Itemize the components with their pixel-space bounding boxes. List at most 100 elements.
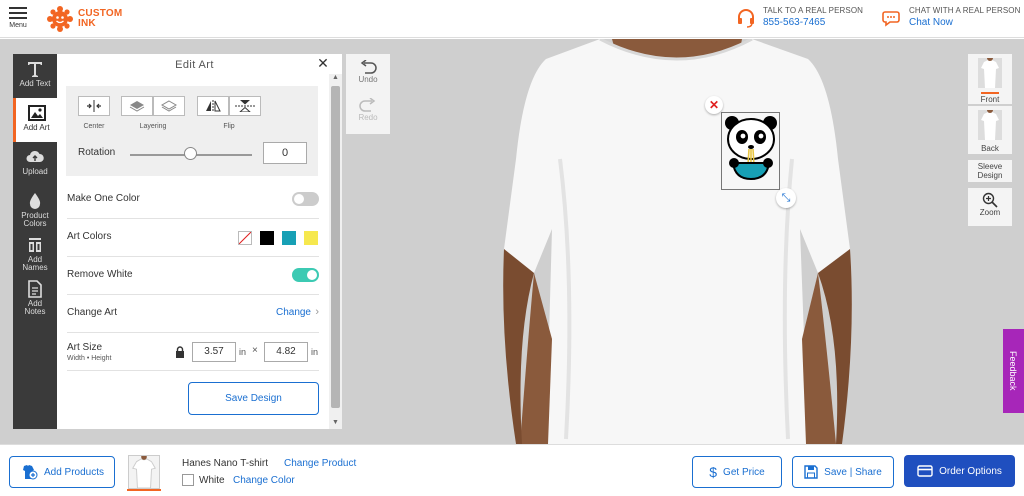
tool-upload[interactable]: Upload	[13, 142, 57, 186]
save-icon	[804, 465, 818, 479]
height-unit: in	[311, 347, 319, 357]
redo-icon	[359, 98, 376, 112]
art-width-input[interactable]: 3.57	[192, 342, 236, 362]
save-share-label: Save | Share	[824, 466, 882, 478]
scroll-thumb[interactable]	[331, 86, 340, 408]
chat-now-link[interactable]: Chat Now	[909, 17, 1021, 28]
swatch-black[interactable]	[260, 231, 274, 245]
save-share-button[interactable]: Save | Share	[792, 456, 894, 488]
view-front[interactable]: Front	[968, 54, 1012, 104]
phone-title: TALK TO A REAL PERSON	[763, 6, 864, 15]
remove-white-row: Remove White	[67, 257, 319, 295]
flip-horizontal-button[interactable]	[197, 96, 229, 116]
swatch-yellow[interactable]	[304, 231, 318, 245]
swatch-none[interactable]	[238, 231, 252, 245]
zoom-label: Zoom	[979, 208, 1001, 217]
save-design-button[interactable]: Save Design	[188, 382, 319, 415]
make-one-color-row: Make One Color	[67, 181, 319, 219]
chevron-right-icon: ›	[315, 306, 319, 318]
feedback-label: Feedback	[1008, 351, 1018, 391]
layer-down-button[interactable]	[153, 96, 185, 116]
tool-product-colors-label2: Colors	[23, 219, 47, 228]
feedback-tab[interactable]: Feedback	[1003, 329, 1024, 413]
center-label: Center	[83, 123, 105, 130]
tool-add-art[interactable]: Add Art	[13, 98, 57, 142]
selected-art-frame[interactable]	[721, 112, 780, 190]
panel-title: Edit Art	[175, 59, 214, 71]
undo-icon	[360, 60, 377, 74]
view-sleeve-design[interactable]: Sleeve Design	[968, 160, 1012, 182]
resize-art-icon[interactable]: ⤡	[776, 188, 796, 208]
remove-white-toggle[interactable]	[292, 268, 319, 282]
zoom-icon	[982, 192, 998, 208]
product-thumbnail[interactable]	[128, 455, 160, 489]
logo-text-line2: INK	[78, 18, 96, 29]
view-back-label: Back	[981, 144, 999, 153]
change-art-label: Change Art	[67, 307, 118, 318]
tool-add-names[interactable]: Add Names	[13, 230, 57, 274]
scroll-down-icon[interactable]: ▼	[329, 419, 342, 429]
close-icon[interactable]: ✕	[316, 56, 330, 70]
layer-up-button[interactable]	[121, 96, 153, 116]
width-unit: in	[239, 347, 247, 357]
times-sign: ×	[252, 345, 258, 356]
product-name: Hanes Nano T-shirt	[182, 458, 268, 469]
flip-horizontal-icon	[206, 100, 221, 112]
product-color-name: White	[199, 475, 225, 486]
logo-mark-icon	[47, 6, 73, 32]
tool-product-colors[interactable]: Product Colors	[13, 186, 57, 230]
hamburger-icon	[9, 7, 27, 9]
tool-add-names-label2: Names	[22, 263, 48, 272]
make-one-color-toggle[interactable]	[292, 192, 319, 206]
add-products-button[interactable]: Add Products	[9, 456, 115, 488]
zoom-button[interactable]: Zoom	[968, 188, 1012, 226]
droplet-icon	[29, 193, 41, 209]
change-color-link[interactable]: Change Color	[233, 475, 295, 486]
menu-button[interactable]: Menu	[6, 6, 30, 32]
layering-label: Layering	[139, 123, 167, 130]
chat-icon	[882, 11, 900, 27]
change-art-link[interactable]: Change	[276, 307, 311, 318]
credit-card-icon	[917, 465, 933, 477]
change-art-row[interactable]: Change Art Change ›	[67, 295, 319, 333]
edit-art-panel: Edit Art ✕ Center Layering Flip Rotation…	[57, 54, 342, 429]
front-thumbnail	[978, 55, 1002, 88]
swatch-teal[interactable]	[282, 231, 296, 245]
history-controls: Undo Redo	[346, 54, 390, 134]
rotation-slider-handle[interactable]	[184, 147, 197, 160]
custom-ink-logo[interactable]: CUSTOM INK	[46, 4, 122, 34]
dollar-icon: $	[709, 464, 718, 480]
view-back[interactable]: Back	[968, 106, 1012, 154]
chat-title: CHAT WITH A REAL PERSON	[909, 6, 1021, 15]
rotation-label: Rotation	[78, 147, 116, 158]
undo-button[interactable]: Undo	[346, 60, 390, 84]
scroll-up-icon[interactable]: ▲	[329, 74, 342, 84]
flip-vertical-button[interactable]	[229, 96, 261, 116]
tool-upload-label: Upload	[22, 167, 48, 176]
art-height-input[interactable]: 4.82	[264, 342, 308, 362]
get-price-button[interactable]: $ Get Price	[692, 456, 782, 488]
panel-scrollbar[interactable]: ▲ ▼	[329, 74, 342, 429]
left-toolbar: Add Text Add Art Upload Product Colors A…	[13, 54, 57, 429]
delete-art-icon[interactable]: ✕	[705, 96, 723, 114]
lock-icon[interactable]	[175, 346, 185, 358]
make-one-color-label: Make One Color	[67, 193, 140, 204]
redo-button[interactable]: Redo	[346, 98, 390, 122]
top-header: Menu CUSTOM INK TALK TO A REAL PERSON 85…	[0, 0, 1024, 38]
chat-contact[interactable]: CHAT WITH A REAL PERSON Chat Now	[882, 6, 1021, 28]
center-button[interactable]	[78, 96, 110, 116]
order-options-button[interactable]: Order Options	[904, 455, 1015, 487]
rotation-input[interactable]: 0	[263, 142, 307, 164]
tool-add-text[interactable]: Add Text	[13, 54, 57, 98]
view-front-label: Front	[980, 92, 1000, 104]
center-icon	[87, 100, 101, 112]
layers-icon	[129, 101, 145, 112]
art-colors-row: Art Colors	[67, 219, 319, 257]
art-tools-box: Center Layering Flip Rotation 0	[66, 86, 318, 176]
product-color-swatch[interactable]	[182, 474, 194, 486]
notes-icon	[28, 280, 42, 298]
phone-contact[interactable]: TALK TO A REAL PERSON 855-563-7465	[736, 6, 863, 28]
phone-number-link[interactable]: 855-563-7465	[763, 17, 863, 28]
change-product-link[interactable]: Change Product	[284, 458, 356, 469]
tool-add-notes[interactable]: Add Notes	[13, 274, 57, 318]
